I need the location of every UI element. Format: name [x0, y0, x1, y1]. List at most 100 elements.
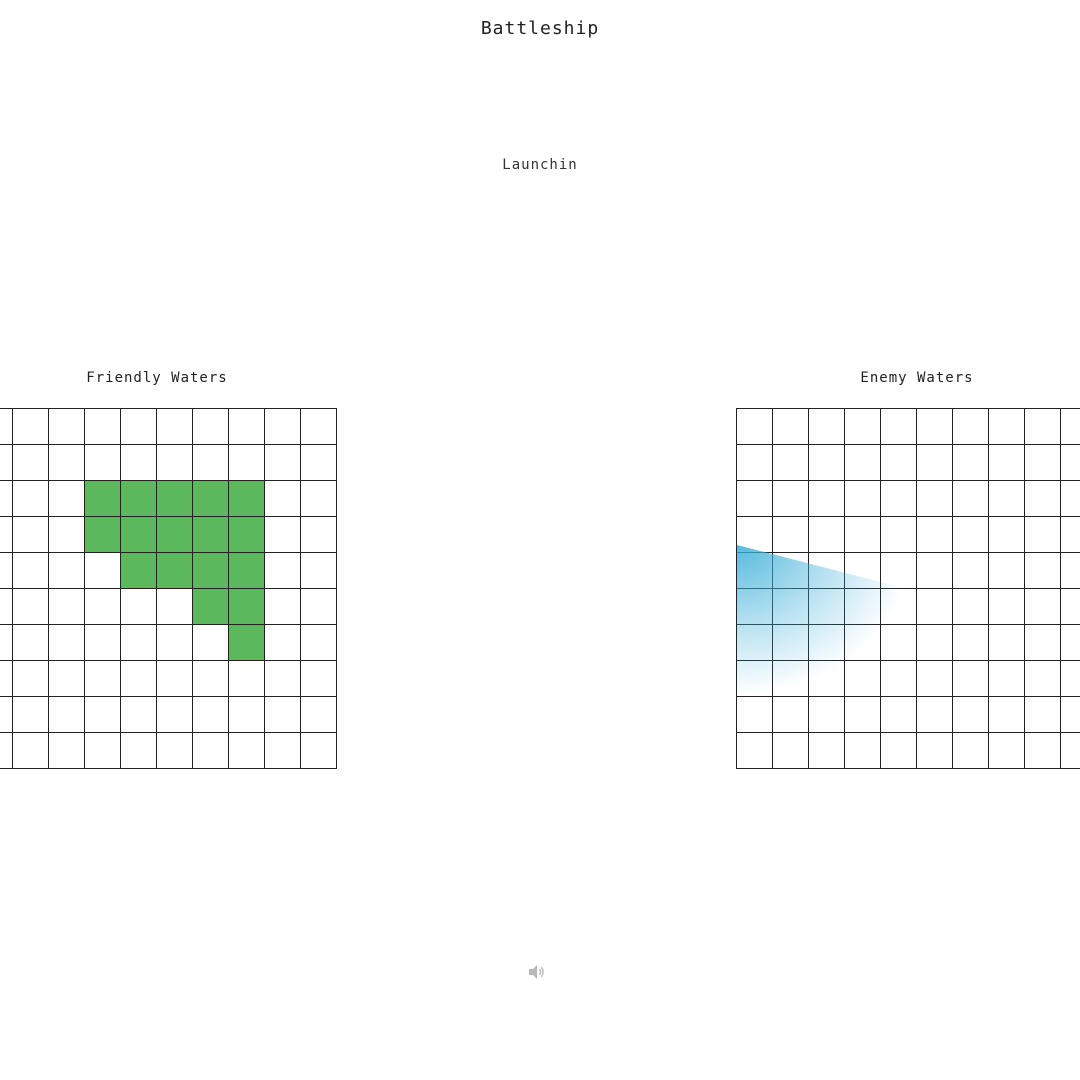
enemy-cell[interactable] [917, 517, 953, 553]
enemy-cell[interactable] [809, 733, 845, 769]
enemy-cell[interactable] [1061, 733, 1080, 769]
enemy-cell[interactable] [809, 445, 845, 481]
enemy-cell[interactable] [773, 589, 809, 625]
enemy-cell[interactable] [953, 625, 989, 661]
enemy-cell[interactable] [1061, 481, 1080, 517]
enemy-cell[interactable] [953, 733, 989, 769]
enemy-cell[interactable] [989, 625, 1025, 661]
enemy-cell[interactable] [1061, 553, 1080, 589]
enemy-cell[interactable] [881, 445, 917, 481]
enemy-cell[interactable] [989, 661, 1025, 697]
enemy-cell[interactable] [989, 517, 1025, 553]
enemy-cell[interactable] [773, 481, 809, 517]
enemy-cell[interactable] [917, 697, 953, 733]
enemy-cell[interactable] [845, 697, 881, 733]
enemy-cell[interactable] [1025, 517, 1061, 553]
enemy-cell[interactable] [737, 517, 773, 553]
enemy-cell[interactable] [845, 409, 881, 445]
enemy-cell[interactable] [881, 625, 917, 661]
enemy-cell[interactable] [773, 661, 809, 697]
enemy-cell[interactable] [1025, 697, 1061, 733]
enemy-cell[interactable] [809, 589, 845, 625]
enemy-cell[interactable] [773, 517, 809, 553]
enemy-cell[interactable] [989, 409, 1025, 445]
enemy-cell[interactable] [953, 517, 989, 553]
enemy-cell[interactable] [917, 553, 953, 589]
enemy-cell[interactable] [989, 697, 1025, 733]
enemy-cell[interactable] [809, 517, 845, 553]
enemy-cell[interactable] [1025, 481, 1061, 517]
enemy-cell[interactable] [989, 553, 1025, 589]
enemy-cell[interactable] [1061, 589, 1080, 625]
enemy-cell[interactable] [737, 625, 773, 661]
enemy-cell[interactable] [737, 481, 773, 517]
enemy-cell[interactable] [845, 661, 881, 697]
enemy-cell[interactable] [953, 481, 989, 517]
enemy-cell[interactable] [773, 733, 809, 769]
enemy-cell[interactable] [917, 589, 953, 625]
enemy-cell[interactable] [773, 553, 809, 589]
enemy-cell[interactable] [953, 409, 989, 445]
enemy-cell[interactable] [1061, 517, 1080, 553]
enemy-cell[interactable] [809, 409, 845, 445]
enemy-cell[interactable] [989, 589, 1025, 625]
enemy-cell[interactable] [881, 517, 917, 553]
enemy-cell[interactable] [989, 733, 1025, 769]
enemy-cell[interactable] [881, 589, 917, 625]
enemy-cell[interactable] [1025, 661, 1061, 697]
enemy-cell[interactable] [881, 553, 917, 589]
enemy-cell[interactable] [917, 733, 953, 769]
enemy-cell[interactable] [773, 445, 809, 481]
enemy-cell[interactable] [809, 553, 845, 589]
enemy-cell[interactable] [953, 589, 989, 625]
enemy-cell[interactable] [953, 553, 989, 589]
enemy-cell[interactable] [773, 697, 809, 733]
enemy-cell[interactable] [1061, 697, 1080, 733]
enemy-cell[interactable] [917, 409, 953, 445]
enemy-cell[interactable] [881, 661, 917, 697]
enemy-cell[interactable] [845, 733, 881, 769]
enemy-cell[interactable] [773, 625, 809, 661]
enemy-cell[interactable] [1025, 553, 1061, 589]
enemy-cell[interactable] [1025, 445, 1061, 481]
enemy-cell[interactable] [989, 481, 1025, 517]
enemy-cell[interactable] [845, 625, 881, 661]
enemy-cell[interactable] [1025, 733, 1061, 769]
enemy-cell[interactable] [737, 445, 773, 481]
enemy-cell[interactable] [773, 409, 809, 445]
enemy-cell[interactable] [953, 661, 989, 697]
enemy-cell[interactable] [737, 553, 773, 589]
enemy-cell[interactable] [989, 445, 1025, 481]
enemy-cell[interactable] [737, 409, 773, 445]
enemy-cell[interactable] [845, 517, 881, 553]
enemy-cell[interactable] [1061, 625, 1080, 661]
enemy-cell[interactable] [737, 661, 773, 697]
enemy-cell[interactable] [1025, 589, 1061, 625]
enemy-cell[interactable] [881, 733, 917, 769]
enemy-cell[interactable] [1025, 409, 1061, 445]
enemy-cell[interactable] [881, 481, 917, 517]
enemy-cell[interactable] [737, 589, 773, 625]
enemy-cell[interactable] [809, 697, 845, 733]
enemy-cell[interactable] [809, 661, 845, 697]
enemy-cell[interactable] [845, 589, 881, 625]
enemy-cell[interactable] [917, 445, 953, 481]
enemy-cell[interactable] [1061, 445, 1080, 481]
enemy-cell[interactable] [1025, 625, 1061, 661]
enemy-cell[interactable] [917, 481, 953, 517]
enemy-cell[interactable] [1061, 661, 1080, 697]
enemy-cell[interactable] [881, 697, 917, 733]
enemy-cell[interactable] [845, 445, 881, 481]
enemy-cell[interactable] [737, 697, 773, 733]
enemy-cell[interactable] [809, 481, 845, 517]
enemy-cell[interactable] [953, 445, 989, 481]
enemy-cell[interactable] [917, 661, 953, 697]
enemy-cell[interactable] [881, 409, 917, 445]
enemy-cell[interactable] [809, 625, 845, 661]
enemy-cell[interactable] [1061, 409, 1080, 445]
enemy-cell[interactable] [845, 481, 881, 517]
enemy-cell[interactable] [917, 625, 953, 661]
enemy-cell[interactable] [737, 733, 773, 769]
enemy-cell[interactable] [953, 697, 989, 733]
enemy-cell[interactable] [845, 553, 881, 589]
